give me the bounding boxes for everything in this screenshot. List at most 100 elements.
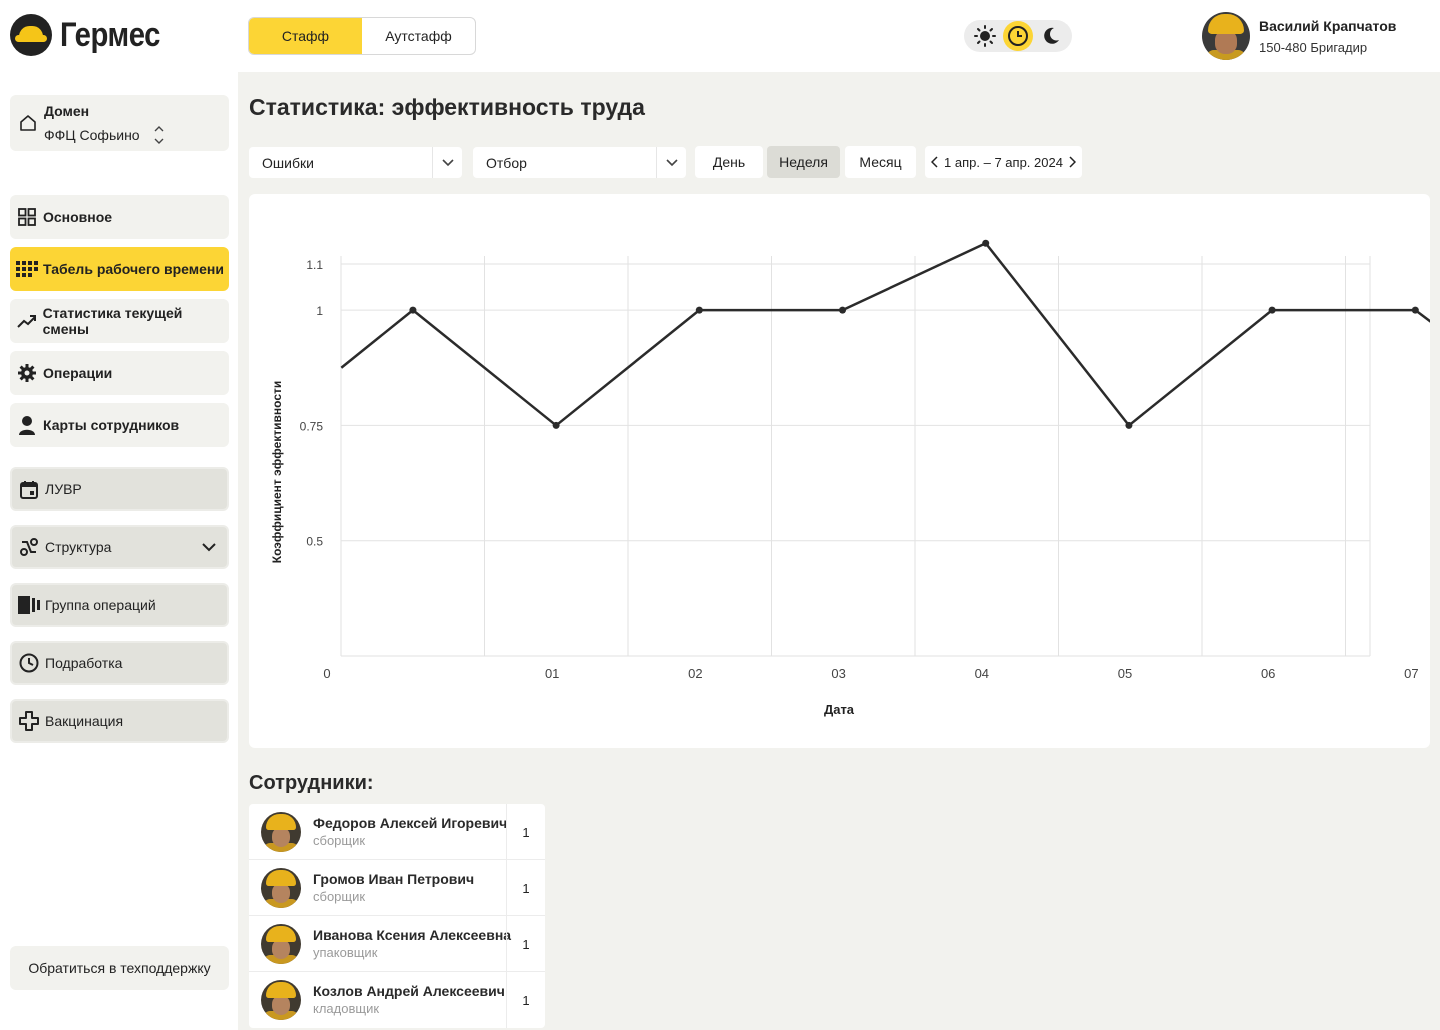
sidebar-item-structure[interactable]: Структура	[10, 525, 229, 569]
moon-icon[interactable]	[1036, 21, 1066, 51]
y-tick-label: 0.75	[300, 419, 324, 433]
table-row[interactable]: Иванова Ксения Алексеевна упаковщик 1	[249, 916, 545, 972]
logo[interactable]: Гермес	[10, 14, 176, 56]
clock-icon	[18, 652, 40, 674]
stack-icon	[18, 594, 40, 616]
y-axis-label: Коэффициент эффективности	[270, 381, 284, 564]
x-tick-label: 01	[545, 666, 559, 681]
logo-icon	[10, 14, 52, 56]
sidebar-item-label: Карты сотрудников	[43, 417, 180, 433]
avatar	[1202, 12, 1250, 60]
period-month-button[interactable]: Месяц	[845, 146, 916, 178]
table-row[interactable]: Федоров Алексей Игоревич сборщик 1	[249, 804, 545, 860]
data-point	[982, 239, 990, 247]
sidebar-item-shift-stats[interactable]: Статистика текущей смены	[10, 299, 229, 343]
efficiency-chart: 0.5 0.75 1 1.1 0 01 02 03 04 05 06 07 Дата Коэффициен…	[249, 194, 1430, 748]
employee-count: 1	[506, 860, 545, 916]
tab-outstaff[interactable]: Аутстафф	[362, 18, 475, 54]
metric-select[interactable]: Ошибки	[249, 147, 462, 178]
y-tick-label: 1.1	[306, 258, 323, 272]
updown-icon	[153, 125, 165, 150]
avatar	[261, 868, 301, 908]
date-range-label: 1 апр. – 7 апр. 2024	[944, 154, 1063, 170]
employee-name: Федоров Алексей Игоревич	[313, 815, 508, 831]
domain-value: ФФЦ Софьино	[44, 127, 140, 143]
gear-icon	[16, 362, 38, 384]
data-point	[409, 306, 417, 314]
sidebar-item-operation-group[interactable]: Группа операций	[10, 583, 229, 627]
user-profile[interactable]: Василий Крапчатов 150-480 Бригадир	[1202, 12, 1396, 60]
data-point	[552, 421, 560, 429]
sidebar-item-side-job[interactable]: Подработка	[10, 641, 229, 685]
y-tick-label: 1	[316, 304, 323, 318]
x-tick-label: 04	[975, 666, 989, 681]
employee-count: 1	[506, 804, 545, 860]
employee-count: 1	[506, 972, 545, 1028]
table-row[interactable]: Громов Иван Петрович сборщик 1	[249, 860, 545, 916]
period-day-button[interactable]: День	[695, 146, 763, 178]
employee-name: Иванова Ксения Алексеевна	[313, 927, 512, 943]
series-line	[340, 241, 1430, 427]
sidebar-item-main[interactable]: Основное	[10, 195, 229, 239]
support-button[interactable]: Обратиться в техподдержку	[10, 946, 229, 990]
selection-select[interactable]: Отбор	[473, 147, 686, 178]
employee-role: кладовщик	[313, 1001, 380, 1016]
data-point	[1125, 421, 1133, 429]
data-point	[839, 306, 847, 314]
link-icon	[18, 536, 40, 558]
user-role: 150-480 Бригадир	[1259, 39, 1368, 55]
grid-icon	[16, 206, 38, 228]
chevron-right-icon[interactable]	[1068, 156, 1076, 168]
sidebar: Домен ФФЦ Софьино Основное Табель рабоче…	[0, 72, 238, 1030]
period-week-button[interactable]: Неделя	[767, 146, 840, 178]
main-content: Статистика: эффективность труда Ошибки О…	[238, 72, 1440, 1030]
chevron-left-icon[interactable]	[931, 156, 939, 168]
employees-title: Сотрудники:	[249, 772, 374, 794]
employees-table: Федоров Алексей Игоревич сборщик 1 Громов И…	[249, 804, 545, 1028]
page-title: Статистика: эффективность труда	[249, 94, 645, 120]
avatar	[261, 812, 301, 852]
sidebar-item-vaccination[interactable]: Вакцинация	[10, 699, 229, 743]
sidebar-item-timesheet[interactable]: Табель рабочего времени	[10, 247, 229, 291]
chart-svg: 0.5 0.75 1 1.1 0 01 02 03 04 05 06 07 Дата Коэффициен…	[270, 239, 1430, 717]
sidebar-item-operations[interactable]: Операции	[10, 351, 229, 395]
sun-icon[interactable]	[970, 21, 1000, 51]
chevron-down-icon	[656, 147, 686, 178]
staff-toggle: Стафф Аутстафф	[248, 17, 476, 55]
top-bar: Гермес Стафф Аутстафф Василий Крапчатов …	[0, 0, 1440, 72]
sidebar-item-label: Вакцинация	[45, 713, 124, 729]
logo-text: Гермес	[60, 15, 161, 54]
date-range-picker: 1 апр. – 7 апр. 2024	[925, 146, 1082, 178]
domain-selector[interactable]: Домен ФФЦ Софьино	[10, 95, 229, 151]
sidebar-item-label: Группа операций	[45, 597, 156, 613]
sidebar-item-employee-cards[interactable]: Карты сотрудников	[10, 403, 229, 447]
chevron-down-icon[interactable]	[201, 539, 217, 558]
sidebar-item-label: Подработка	[45, 655, 123, 671]
metric-select-value: Ошибки	[262, 154, 314, 171]
sidebar-item-label: Табель рабочего времени	[43, 261, 224, 277]
sidebar-item-label: Структура	[45, 539, 112, 555]
table-row[interactable]: Козлов Андрей Алексеевич кладовщик 1	[249, 972, 545, 1028]
x-tick-label: 07	[1404, 666, 1418, 681]
clock-icon[interactable]	[1002, 21, 1033, 51]
sidebar-item-luvr[interactable]: ЛУВР	[10, 467, 229, 511]
employee-count: 1	[506, 916, 545, 972]
sidebar-item-label: ЛУВР	[45, 481, 82, 497]
x-tick-label: 06	[1261, 666, 1275, 681]
tab-staff[interactable]: Стафф	[249, 18, 362, 54]
chevron-down-icon	[432, 147, 462, 178]
data-point	[695, 306, 703, 314]
dots-grid-icon	[16, 258, 38, 280]
x-tick-label: 03	[831, 666, 845, 681]
x-tick-label: 05	[1118, 666, 1132, 681]
sidebar-item-label: Основное	[43, 209, 113, 225]
sidebar-item-label: Операции	[43, 365, 113, 381]
x-tick-label: 02	[688, 666, 702, 681]
selection-select-value: Отбор	[486, 154, 527, 171]
data-point	[1411, 306, 1419, 314]
x-axis-label: Дата	[824, 702, 855, 717]
employee-role: упаковщик	[313, 945, 378, 960]
user-name: Василий Крапчатов	[1259, 17, 1397, 34]
calendar-icon	[18, 478, 40, 500]
domain-label: Домен	[44, 103, 90, 119]
